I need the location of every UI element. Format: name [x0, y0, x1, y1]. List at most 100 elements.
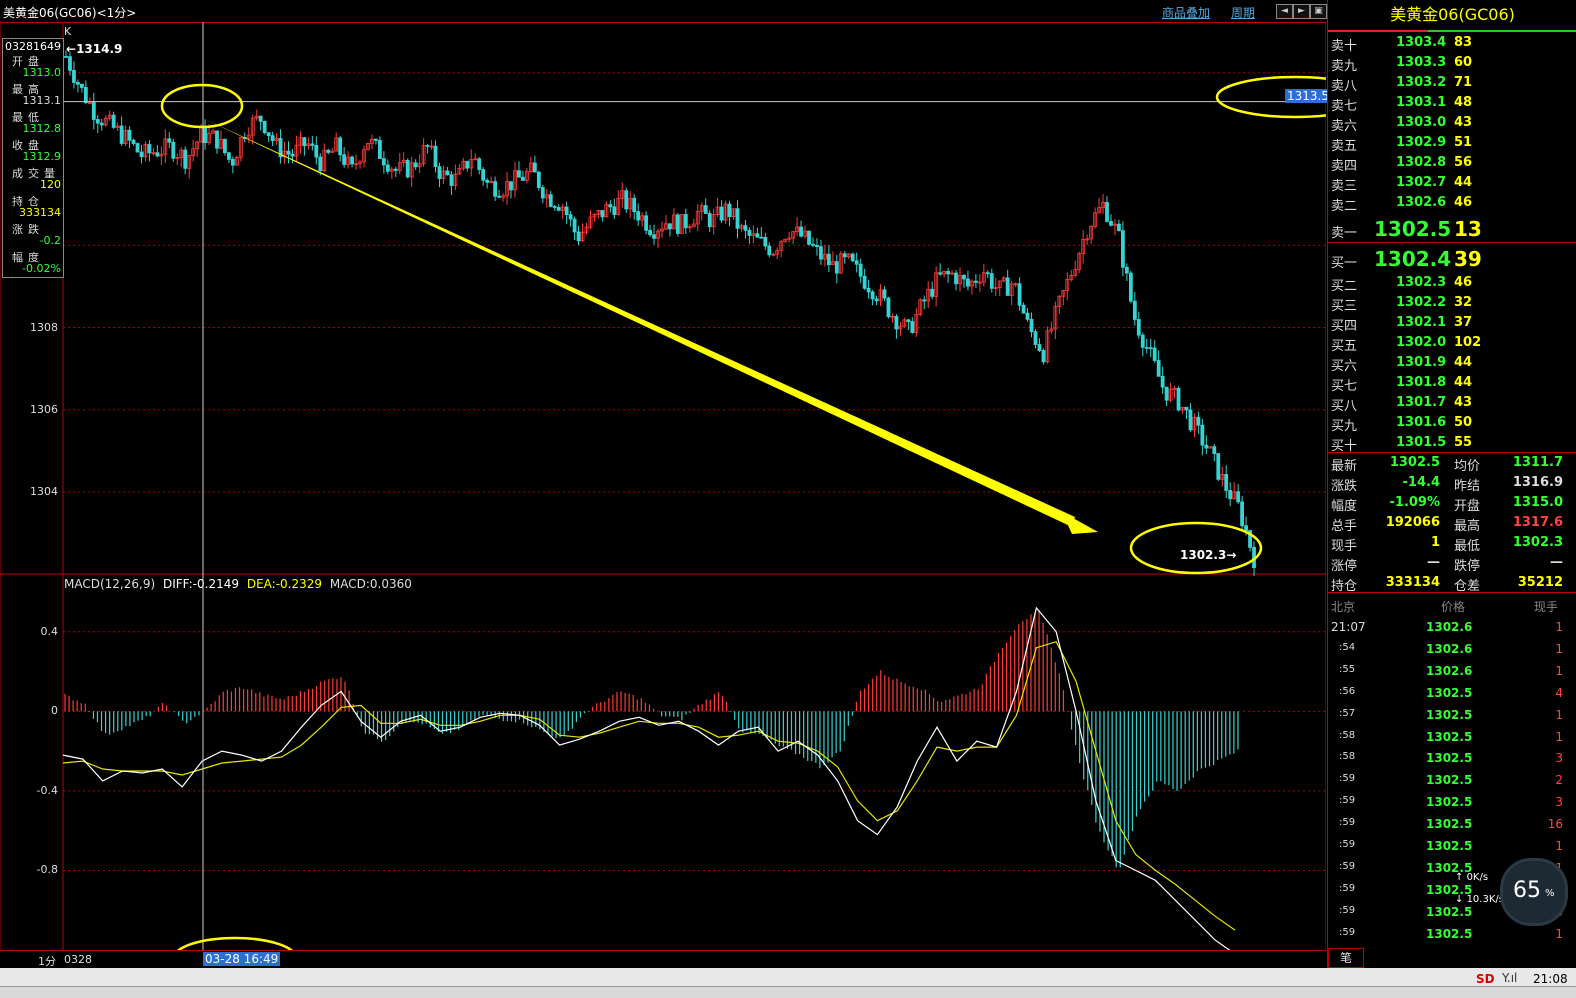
- quote-title: 美黄金06(GC06): [1328, 0, 1576, 32]
- price-tick-label: 1306: [30, 402, 58, 416]
- candle-body: [1236, 491, 1241, 503]
- stat-value: -1.09%: [1389, 495, 1441, 510]
- macd-diff-label: DIFF:: [162, 577, 193, 591]
- bid-row: 买四 1302.1 37: [1328, 313, 1576, 334]
- tick-row: :57 1302.5 1: [1328, 704, 1576, 726]
- candle-body: [203, 126, 207, 143]
- candle-body: [127, 129, 132, 141]
- candle-body: [1148, 347, 1153, 350]
- tick-volume: 16: [1547, 817, 1563, 832]
- info-date-code: 03281649: [5, 40, 61, 53]
- candle-body: [946, 271, 950, 275]
- stat-label: 涨停: [1331, 559, 1358, 574]
- candle-body: [342, 154, 347, 165]
- candle-body: [1152, 347, 1157, 361]
- ask-label: 卖八: [1331, 79, 1358, 94]
- candle-body: [826, 253, 831, 266]
- bid-label: 买六: [1331, 359, 1358, 374]
- download-speed-value: 10.3K/s: [1466, 894, 1504, 905]
- candle-body: [1224, 473, 1229, 491]
- ask-label: 卖四: [1331, 159, 1358, 174]
- candle-body: [377, 139, 382, 160]
- candle-body: [906, 319, 911, 322]
- candle-body: [1212, 446, 1217, 454]
- candle-body: [894, 316, 899, 330]
- kline-macd-chart[interactable]: [0, 22, 1326, 968]
- info-value: 1312.9: [22, 150, 62, 163]
- tick-price: 1302.5: [1426, 773, 1473, 788]
- stat-value: —: [1550, 555, 1563, 570]
- candle-body: [624, 190, 629, 210]
- bid-label: 买九: [1331, 419, 1358, 434]
- ask-price: 1303.4: [1396, 35, 1447, 50]
- candle-body: [393, 168, 398, 171]
- candle-body: [850, 253, 855, 262]
- tick-time: :55: [1339, 663, 1356, 675]
- ask-volume: 48: [1454, 95, 1473, 110]
- candle-body: [1184, 406, 1189, 411]
- status-bar: SD Y.ıl 21:08: [0, 968, 1576, 998]
- candle-body: [540, 187, 545, 199]
- candle-body: [139, 151, 144, 158]
- tick-tab[interactable]: 笔: [1328, 948, 1364, 968]
- ask-volume: 83: [1454, 35, 1473, 50]
- stat-row: 涨停 — 跌停 —: [1328, 553, 1576, 574]
- info-value: 333134: [19, 206, 61, 219]
- overlay-link[interactable]: 商品叠加: [1162, 4, 1210, 21]
- sd-indicator: SD: [1476, 972, 1495, 986]
- bid-level-1: 买一 1302.4 39: [1328, 246, 1576, 272]
- tick-volume: 1: [1555, 926, 1563, 941]
- candle-body: [1121, 230, 1125, 268]
- candle-body: [1188, 409, 1193, 431]
- candle-body: [302, 137, 307, 147]
- stat-row: 现手 1 最低 1302.3: [1328, 533, 1576, 554]
- candle-body: [171, 141, 176, 159]
- candle-body: [1041, 350, 1046, 363]
- stat-label: 昨结: [1454, 479, 1481, 494]
- ask-price: 1303.0: [1396, 115, 1447, 130]
- candle-body: [1109, 220, 1113, 226]
- stat-value: 192066: [1385, 515, 1440, 530]
- nav-restore-button[interactable]: ▣: [1310, 4, 1327, 19]
- tick-volume: 3: [1555, 795, 1563, 810]
- candle-body: [290, 153, 295, 157]
- candle-body: [91, 102, 96, 120]
- nav-left-button[interactable]: ◄: [1276, 4, 1293, 19]
- stat-label: 最新: [1331, 459, 1358, 474]
- period-link[interactable]: 周期: [1231, 4, 1255, 21]
- tick-volume: 1: [1555, 707, 1563, 722]
- candle-body: [1021, 304, 1026, 314]
- bid-label: 买五: [1331, 339, 1358, 354]
- candle-body: [1240, 501, 1245, 527]
- tick-volume: 1: [1555, 641, 1563, 656]
- quote-panel: 美黄金06(GC06) 卖十 1303.4 83 卖九 1303.3 60 卖八 1303.2…: [1327, 0, 1576, 968]
- bid-row: 买八 1301.7 43: [1328, 393, 1576, 414]
- tick-row: :59 1302.5 16: [1328, 813, 1576, 835]
- candle-body: [608, 204, 613, 208]
- ask-volume: 43: [1454, 115, 1473, 130]
- candle-body: [1005, 277, 1010, 296]
- candle-body: [485, 179, 490, 183]
- bid-label: 买八: [1331, 399, 1358, 414]
- candle-body: [930, 288, 935, 297]
- candle-body: [870, 291, 875, 300]
- candle-body: [517, 170, 521, 178]
- candle-body: [922, 299, 927, 302]
- low-annotation-value: 1302.3: [1180, 548, 1227, 562]
- macd-hist-value: 0.0360: [369, 577, 412, 591]
- candle-body: [644, 215, 649, 231]
- candle-body: [64, 56, 68, 58]
- bid-volume: 44: [1454, 375, 1473, 390]
- candle-body: [548, 194, 553, 207]
- candle-body: [131, 139, 136, 144]
- nav-right-button[interactable]: ►: [1293, 4, 1310, 19]
- ask-label: 卖三: [1331, 179, 1358, 194]
- candle-body: [600, 210, 605, 218]
- price-tick-label: 1304: [30, 484, 58, 498]
- tick-volume: 1: [1555, 729, 1563, 744]
- speed-gauge[interactable]: 65 %: [1500, 858, 1568, 926]
- candle-body: [155, 152, 160, 157]
- ask-row: 卖四 1302.8 56: [1328, 153, 1576, 174]
- candle-body: [938, 272, 943, 275]
- ask-label: 卖九: [1331, 59, 1358, 74]
